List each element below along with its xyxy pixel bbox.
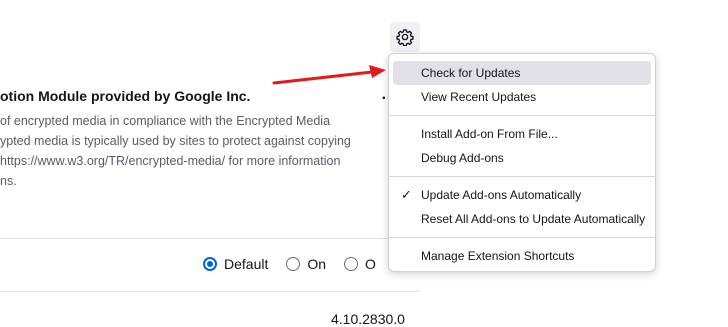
menu-item-reset-all-addons[interactable]: Reset All Add-ons to Update Automaticall… (393, 207, 651, 231)
checkmark-icon: ✓ (401, 187, 412, 202)
menu-item-install-from-file[interactable]: Install Add-on From File... (393, 122, 651, 146)
menu-separator (389, 176, 655, 177)
description-line: https://www.w3.org/TR/encrypted-media/ f… (0, 154, 341, 168)
radio-circle[interactable] (286, 257, 301, 271)
radio-off[interactable]: O (344, 256, 376, 272)
menu-item-update-automatically[interactable]: ✓ Update Add-ons Automatically (393, 183, 651, 207)
menu-item-debug-addons[interactable]: Debug Add-ons (393, 146, 651, 170)
menu-separator (389, 237, 655, 238)
description-line: of encrypted media in compliance with th… (0, 114, 331, 128)
update-radio-group: Default On O (203, 256, 394, 272)
annotation-arrow-icon (272, 65, 386, 85)
version-value: 4.10.2830.0 (331, 311, 405, 327)
addon-title: otion Module provided by Google Inc. (0, 88, 251, 104)
radio-circle[interactable] (344, 257, 359, 271)
divider (0, 238, 420, 239)
tools-button[interactable] (390, 22, 420, 52)
gear-icon (396, 29, 414, 46)
radio-default[interactable]: Default (203, 256, 268, 272)
menu-item-manage-shortcuts[interactable]: Manage Extension Shortcuts (393, 244, 651, 268)
radio-on-label: On (307, 256, 327, 272)
description-line: ypted media is typically used by sites t… (0, 134, 351, 148)
menu-item-check-updates[interactable]: Check for Updates (393, 61, 651, 85)
radio-off-label: O (365, 256, 376, 272)
divider (0, 291, 420, 292)
menu-separator (389, 115, 655, 116)
addon-card: otion Module provided by Google Inc. … o… (0, 0, 420, 327)
menu-item-view-recent-updates[interactable]: View Recent Updates (393, 85, 651, 109)
addon-description: of encrypted media in compliance with th… (0, 111, 400, 191)
radio-circle-checked[interactable] (203, 257, 217, 271)
radio-on[interactable]: On (286, 256, 326, 272)
menu-item-update-automatically-label: Update Add-ons Automatically (421, 188, 582, 202)
description-line: ns. (0, 174, 17, 188)
tools-menu: Check for Updates View Recent Updates In… (388, 53, 656, 272)
radio-default-label: Default (224, 256, 269, 272)
